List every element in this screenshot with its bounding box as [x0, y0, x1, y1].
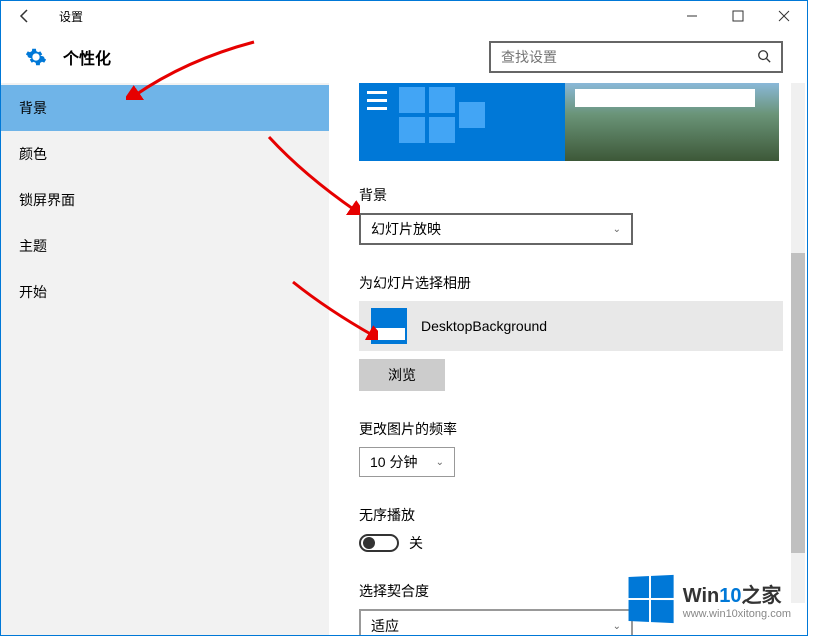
- sidebar-item-label: 主题: [19, 236, 47, 256]
- background-label: 背景: [359, 185, 791, 205]
- search-input[interactable]: [501, 49, 757, 65]
- sidebar-item-label: 背景: [19, 98, 47, 118]
- preview-start-menu: [359, 83, 565, 161]
- sidebar-item-themes[interactable]: 主题: [1, 223, 329, 269]
- shuffle-label: 无序播放: [359, 505, 791, 525]
- gear-icon: [25, 46, 47, 68]
- watermark-brand: Win10之家: [683, 579, 791, 608]
- sidebar-item-background[interactable]: 背景: [1, 85, 329, 131]
- chevron-down-icon: ⌄: [613, 621, 621, 632]
- minimize-button[interactable]: [669, 1, 715, 31]
- search-box[interactable]: [489, 41, 783, 73]
- frequency-label: 更改图片的频率: [359, 419, 791, 439]
- sidebar-item-lockscreen[interactable]: 锁屏界面: [1, 177, 329, 223]
- scrollbar-track[interactable]: [791, 83, 805, 603]
- folder-icon: [371, 308, 407, 344]
- album-item[interactable]: DesktopBackground: [359, 301, 783, 351]
- scrollbar-thumb[interactable]: [791, 253, 805, 553]
- preview-wallpaper: [565, 83, 779, 161]
- sidebar-item-start[interactable]: 开始: [1, 269, 329, 315]
- chevron-down-icon: ⌄: [436, 457, 444, 468]
- shuffle-toggle[interactable]: [359, 534, 399, 552]
- chevron-down-icon: ⌄: [613, 224, 621, 235]
- windows-logo-icon: [628, 575, 673, 623]
- dropdown-value: 10 分钟: [370, 452, 417, 472]
- dropdown-value: 适应: [371, 616, 399, 635]
- album-label: 为幻灯片选择相册: [359, 273, 791, 293]
- desktop-preview: [359, 83, 779, 161]
- main-content: 背景 幻灯片放映 ⌄ 为幻灯片选择相册 DesktopBackground 浏览…: [329, 83, 807, 635]
- frequency-dropdown[interactable]: 10 分钟 ⌄: [359, 447, 455, 477]
- sidebar-item-label: 开始: [19, 282, 47, 302]
- watermark: Win10之家 www.win10xitong.com: [627, 576, 791, 622]
- album-name: DesktopBackground: [421, 318, 547, 334]
- dropdown-value: 幻灯片放映: [371, 219, 441, 239]
- back-button[interactable]: [9, 1, 41, 31]
- sidebar: 背景 颜色 锁屏界面 主题 开始: [1, 83, 329, 635]
- background-dropdown[interactable]: 幻灯片放映 ⌄: [359, 213, 633, 245]
- close-button[interactable]: [761, 1, 807, 31]
- toggle-state: 关: [409, 533, 423, 553]
- search-icon: [757, 49, 771, 66]
- sidebar-item-colors[interactable]: 颜色: [1, 131, 329, 177]
- fit-dropdown[interactable]: 适应 ⌄: [359, 609, 633, 635]
- maximize-button[interactable]: [715, 1, 761, 31]
- page-title: 个性化: [63, 45, 111, 69]
- window-title: 设置: [59, 8, 83, 25]
- watermark-url: www.win10xitong.com: [683, 608, 791, 620]
- sidebar-item-label: 锁屏界面: [19, 190, 75, 210]
- browse-button[interactable]: 浏览: [359, 359, 445, 391]
- sidebar-item-label: 颜色: [19, 144, 47, 164]
